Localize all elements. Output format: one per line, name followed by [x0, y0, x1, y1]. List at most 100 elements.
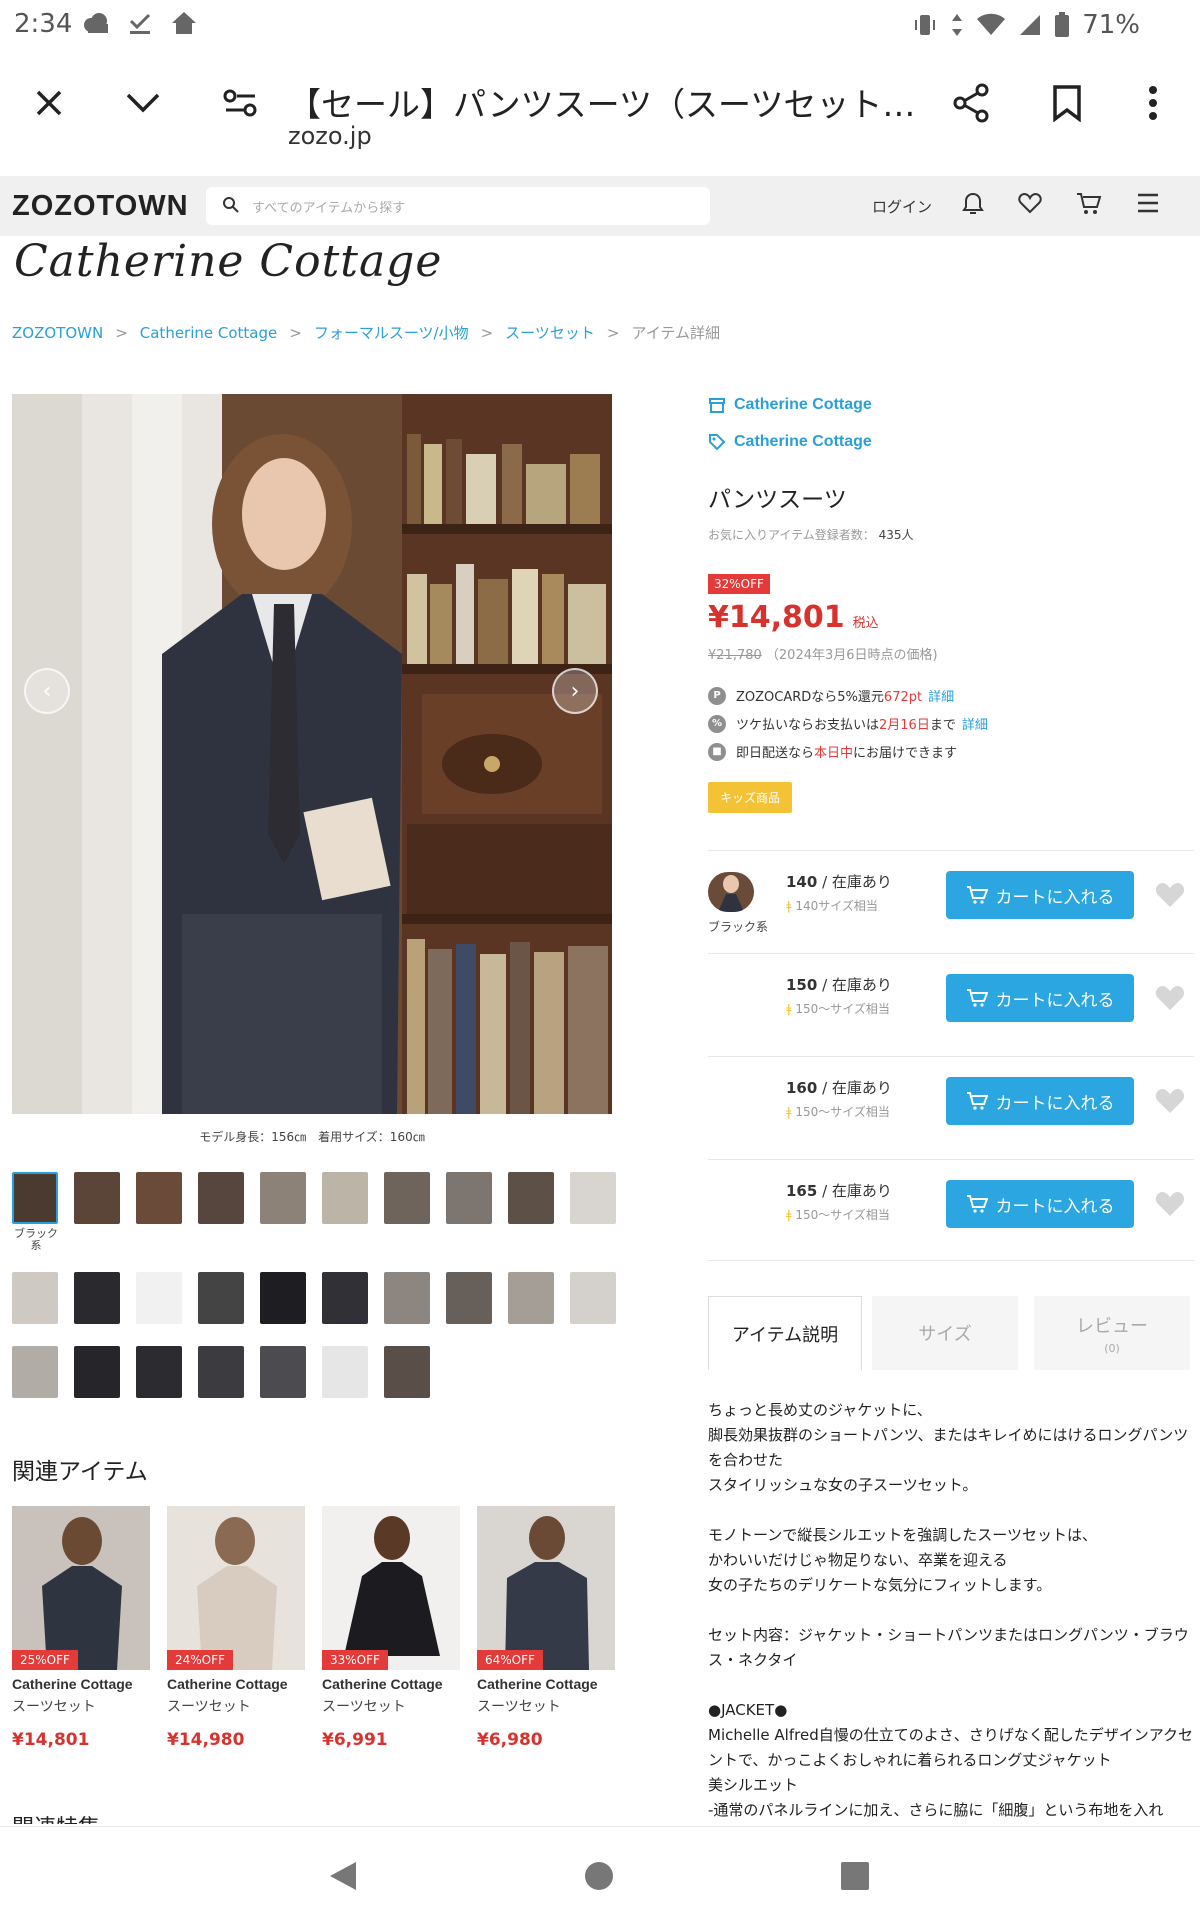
thumbnail[interactable]: [198, 1346, 244, 1398]
breadcrumb-link-zozotown[interactable]: ZOZOTOWN: [12, 324, 103, 342]
add-to-cart-button[interactable]: カートに入れる: [946, 1077, 1134, 1125]
status-bar: 2:34 71%: [0, 0, 1200, 50]
related-item-brand: Catherine Cottage: [477, 1676, 598, 1692]
delivery-text: 即日配送なら: [736, 746, 815, 761]
discount-badge: 64%OFF: [477, 1650, 543, 1670]
prev-image-button[interactable]: ‹: [24, 668, 70, 714]
back-triangle-icon: [330, 1862, 356, 1890]
thumbnail[interactable]: [74, 1272, 120, 1324]
thumbnail[interactable]: [508, 1272, 554, 1324]
close-button[interactable]: [24, 78, 74, 128]
thumbnail[interactable]: [12, 1346, 58, 1398]
cart-icon[interactable]: [1076, 192, 1102, 216]
thumbnail[interactable]: [322, 1172, 368, 1224]
thumbnail[interactable]: [322, 1346, 368, 1398]
signal-icon: [1020, 15, 1041, 35]
home-button[interactable]: [574, 1851, 624, 1901]
shop-link[interactable]: Catherine Cottage: [708, 396, 872, 414]
zozocard-detail-link[interactable]: 詳細: [928, 690, 954, 705]
original-price: ¥21,780 （2024年3月6日時点の価格): [708, 644, 938, 663]
bookmark-button[interactable]: [1042, 78, 1092, 128]
size-note-text: 150〜サイズ相当: [795, 1002, 890, 1016]
discount-badge: 32%OFF: [708, 574, 770, 594]
thumbnail[interactable]: [136, 1346, 182, 1398]
stock-status: / 在庫あり: [817, 1079, 892, 1097]
tsuke-detail-link[interactable]: 詳細: [962, 718, 988, 733]
bell-icon[interactable]: [962, 192, 984, 216]
related-item-card[interactable]: 33%OFF Catherine Cottage スーツセット ¥6,991: [322, 1506, 460, 1750]
thumbnail[interactable]: [260, 1172, 306, 1224]
login-link[interactable]: ログイン: [872, 196, 932, 217]
description-line: スタイリッシュな女の子スーツセット。: [708, 1476, 978, 1494]
chevron-right-icon: >: [480, 323, 494, 342]
heart-icon[interactable]: [1018, 192, 1042, 214]
next-image-button[interactable]: ›: [552, 668, 598, 714]
thumbnail[interactable]: [384, 1272, 430, 1324]
share-button[interactable]: [946, 78, 996, 128]
tab-description[interactable]: アイテム説明: [708, 1296, 862, 1370]
deferred-payment-icon: %: [708, 714, 726, 733]
thumbnail[interactable]: [136, 1272, 182, 1324]
related-item-card[interactable]: 25%OFF Catherine Cottage スーツセット ¥14,801: [12, 1506, 150, 1750]
favorite-heart-icon[interactable]: [1154, 1190, 1186, 1218]
thumbnail[interactable]: [446, 1272, 492, 1324]
tab-review[interactable]: レビュー (0): [1034, 1296, 1190, 1370]
breadcrumb-link-brand[interactable]: Catherine Cottage: [140, 324, 277, 342]
thumbnail[interactable]: [446, 1172, 492, 1224]
page-domain: zozo.jp: [288, 122, 372, 150]
thumbnail[interactable]: [322, 1272, 368, 1324]
thumbnail[interactable]: [198, 1172, 244, 1224]
page-settings-button[interactable]: [216, 78, 266, 128]
tax-label: 税込: [852, 616, 879, 631]
thumbnail[interactable]: [260, 1346, 306, 1398]
thumbnail[interactable]: [12, 1172, 58, 1224]
more-options-button[interactable]: [1128, 78, 1178, 128]
favorite-heart-icon[interactable]: [1154, 881, 1186, 909]
browser-toolbar: 【セール】パンツスーツ（スーツセット）... zozo.jp: [0, 50, 1200, 176]
related-item-category: スーツセット: [322, 1699, 406, 1715]
brand-logo[interactable]: Catherine Cottage: [14, 236, 442, 287]
zozotown-logo[interactable]: ZOZOTOWN: [12, 190, 189, 223]
discount-badge: 24%OFF: [167, 1650, 233, 1670]
related-item-card[interactable]: 64%OFF Catherine Cottage スーツセット ¥6,980: [477, 1506, 615, 1750]
brand-link[interactable]: Catherine Cottage: [708, 433, 872, 451]
thumbnail[interactable]: [198, 1272, 244, 1324]
add-to-cart-label: カートに入れる: [995, 1093, 1115, 1114]
cloud-icon: [84, 13, 108, 33]
related-item-card[interactable]: 24%OFF Catherine Cottage スーツセット ¥14,980: [167, 1506, 305, 1750]
thumbnail[interactable]: [508, 1172, 554, 1224]
add-to-cart-button[interactable]: カートに入れる: [946, 1180, 1134, 1228]
thumbnail[interactable]: [74, 1346, 120, 1398]
favorite-heart-icon[interactable]: [1154, 984, 1186, 1012]
add-to-cart-label: カートに入れる: [995, 1196, 1115, 1217]
tsuke-info: % ツケ払いならお支払いは2月16日まで 詳細: [708, 714, 988, 733]
thumbnail[interactable]: [260, 1272, 306, 1324]
related-item-price: ¥14,801: [12, 1730, 90, 1750]
thumbnail[interactable]: [12, 1272, 58, 1324]
favorite-count-value: 435人: [878, 528, 914, 542]
thumbnail[interactable]: [384, 1172, 430, 1224]
search-input[interactable]: すべてのアイテムから探す: [206, 187, 710, 225]
thumbnail[interactable]: [384, 1346, 430, 1398]
recents-button[interactable]: [830, 1851, 880, 1901]
add-to-cart-button[interactable]: カートに入れる: [946, 871, 1134, 919]
thumbnail[interactable]: [136, 1172, 182, 1224]
related-feature-title: 関連特集: [12, 1810, 100, 1824]
collapse-button[interactable]: [118, 78, 168, 128]
breadcrumb-link-formal[interactable]: フォーマルスーツ/小物: [314, 322, 469, 343]
tsuke-text-2: まで: [929, 718, 956, 733]
thumbnail[interactable]: [570, 1272, 616, 1324]
size-note: ǂ 150〜サイズ相当: [786, 1002, 890, 1016]
kids-badge: キッズ商品: [708, 782, 793, 813]
size-note-text: 140サイズ相当: [795, 899, 878, 913]
breadcrumb-link-suit-set[interactable]: スーツセット: [505, 322, 595, 343]
add-to-cart-button[interactable]: カートに入れる: [946, 974, 1134, 1022]
product-main-image[interactable]: ‹ ›: [12, 394, 612, 1114]
back-button[interactable]: [318, 1851, 368, 1901]
tab-size[interactable]: サイズ: [872, 1296, 1018, 1370]
thumbnail[interactable]: [570, 1172, 616, 1224]
site-header: ZOZOTOWN すべてのアイテムから探す ログイン: [0, 176, 1200, 236]
thumbnail[interactable]: [74, 1172, 120, 1224]
favorite-heart-icon[interactable]: [1154, 1087, 1186, 1115]
menu-icon[interactable]: [1136, 192, 1160, 214]
